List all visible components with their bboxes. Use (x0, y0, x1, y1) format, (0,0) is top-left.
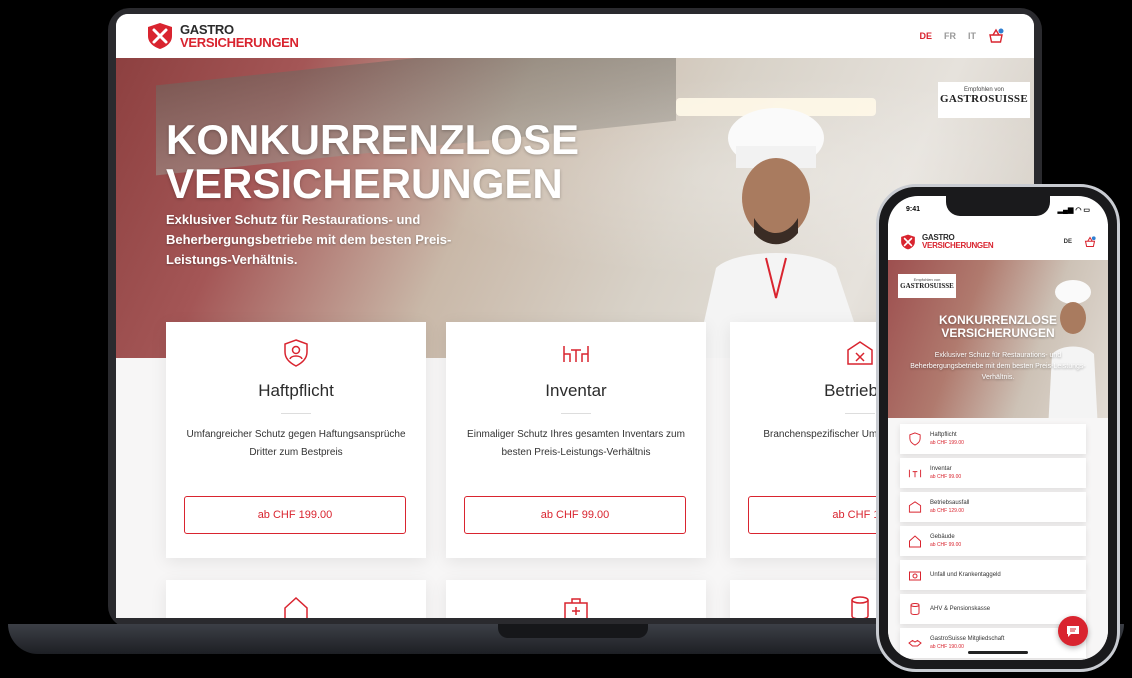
item-price: ab CHF 199.00 (930, 440, 964, 446)
phone-frame: 9:41 ▂▄▆ ◠ ▭ GASTRO VERSICHERUNGEN DE Em… (876, 184, 1120, 672)
home-indicator (968, 651, 1028, 654)
shield-logo-icon (148, 23, 172, 49)
badge-name: GASTROSUISSE (900, 282, 954, 290)
brand-logo[interactable]: GASTRO VERSICHERUNGEN (146, 22, 299, 50)
handshake-icon (908, 639, 922, 647)
site-header: GASTRO VERSICHERUNGEN DE FR IT (116, 14, 1034, 58)
closed-sign-icon (908, 501, 922, 513)
table-chairs-icon (563, 346, 589, 362)
item-name: Unfall und Krankentaggeld (930, 572, 1001, 578)
phone-header: GASTRO VERSICHERUNGEN DE (888, 224, 1108, 260)
list-item[interactable]: Gebäude ab CHF 99.00 (900, 526, 1086, 556)
coin-stack-icon (851, 596, 869, 618)
item-price: ab CHF 190.00 (930, 644, 964, 650)
brand-name: GASTRO VERSICHERUNGEN (922, 234, 994, 250)
hero-title-line2: VERSICHERUNGEN (166, 160, 563, 207)
stage: GASTRO VERSICHERUNGEN DE FR IT KONKURREN… (0, 0, 1132, 678)
product-card-inventar[interactable]: Inventar Einmaliger Schutz Ihres gesamte… (446, 322, 706, 558)
lang-it[interactable]: IT (968, 31, 976, 41)
badge-name: GASTROSUISSE (940, 93, 1028, 105)
coin-stack-icon (910, 603, 920, 615)
list-item[interactable]: AHV & Pensionskasse (900, 594, 1086, 624)
price-button[interactable]: ab CHF 99.00 (464, 496, 686, 534)
list-item[interactable]: Haftpflicht ab CHF 199.00 (900, 424, 1086, 454)
phone-screen: 9:41 ▂▄▆ ◠ ▭ GASTRO VERSICHERUNGEN DE Em… (888, 196, 1108, 660)
item-name: Haftpflicht (930, 432, 957, 438)
item-name: AHV & Pensionskasse (930, 606, 991, 612)
item-price: ab CHF 99.00 (930, 542, 962, 548)
card-divider (561, 413, 591, 414)
list-item[interactable]: Unfall und Krankentaggeld (900, 560, 1086, 590)
chat-bubble-icon (1067, 626, 1079, 637)
chat-button[interactable] (1058, 616, 1088, 646)
house-icon (284, 596, 308, 618)
phone-hero-subtitle: Exklusiver Schutz für Restaurations- und… (910, 352, 1086, 381)
language-switcher: DE FR IT (919, 28, 1004, 44)
phone-title-line2: VERSICHERUNGEN (941, 326, 1055, 340)
table-chairs-icon (908, 469, 922, 478)
basket-icon[interactable] (1084, 236, 1096, 248)
product-card-unfall[interactable] (446, 580, 706, 618)
item-price: ab CHF 99.00 (930, 474, 962, 480)
lang-de[interactable]: DE (919, 31, 932, 41)
phone-lang-select[interactable]: DE (1064, 239, 1072, 245)
person-shield-icon (909, 432, 921, 446)
card-description: Einmaliger Schutz Ihres gesamten Inventa… (467, 429, 685, 458)
brand-line2: VERSICHERUNGEN (180, 35, 299, 50)
list-item[interactable]: Betriebsausfall ab CHF 129.00 (900, 492, 1086, 522)
person-shield-icon (284, 339, 308, 367)
product-card-haftpflicht[interactable]: Haftpflicht Umfangreicher Schutz gegen H… (166, 322, 426, 558)
item-name: Inventar (930, 466, 952, 472)
hero-title-line1: KONKURRENZLOSE (166, 116, 580, 163)
house-icon (909, 535, 921, 548)
basket-icon[interactable] (988, 28, 1004, 44)
list-item[interactable]: Inventar ab CHF 99.00 (900, 458, 1086, 488)
closed-sign-icon (847, 341, 873, 365)
lang-fr[interactable]: FR (944, 31, 956, 41)
phone-hero: Empfohlen von GASTROSUISSE KONKURRENZLOS… (888, 260, 1108, 430)
gastrosuisse-badge: Empfohlen von GASTROSUISSE (898, 274, 956, 298)
status-icons: ▂▄▆ ◠ ▭ (1057, 207, 1090, 214)
item-name: Gebäude (930, 534, 955, 540)
card-title: Inventar (545, 381, 607, 400)
camera-icon (909, 571, 921, 581)
card-title: Haftpflicht (258, 381, 334, 400)
phone-brand-logo[interactable]: GASTRO VERSICHERUNGEN (900, 234, 994, 250)
item-name: Betriebsausfall (930, 500, 970, 506)
card-description: Umfangreicher Schutz gegen Haftungsanspr… (186, 429, 406, 458)
shield-logo-icon (901, 234, 915, 250)
item-price: ab CHF 129.00 (930, 508, 964, 514)
phone-hero-title: KONKURRENZLOSE VERSICHERUNGEN (888, 314, 1108, 340)
laptop-notch (498, 624, 648, 638)
brand-line2: VERSICHERUNGEN (922, 241, 994, 250)
gastrosuisse-badge: Empfohlen von GASTROSUISSE (938, 82, 1030, 118)
hero-title: KONKURRENZLOSE VERSICHERUNGEN (166, 118, 579, 206)
item-name: GastroSuisse Mitgliedschaft (930, 636, 1005, 642)
card-divider (845, 413, 875, 414)
hero-subtitle: Exklusiver Schutz für Restaurations- und… (166, 212, 452, 267)
phone-notch (946, 196, 1050, 216)
status-time: 9:41 (906, 206, 921, 213)
product-card-gebaeude[interactable] (166, 580, 426, 618)
price-button[interactable]: ab CHF 199.00 (184, 496, 406, 534)
card-divider (281, 413, 311, 414)
chef-image (696, 108, 866, 358)
brand-name: GASTRO VERSICHERUNGEN (180, 23, 299, 49)
first-aid-kit-icon (564, 598, 588, 618)
